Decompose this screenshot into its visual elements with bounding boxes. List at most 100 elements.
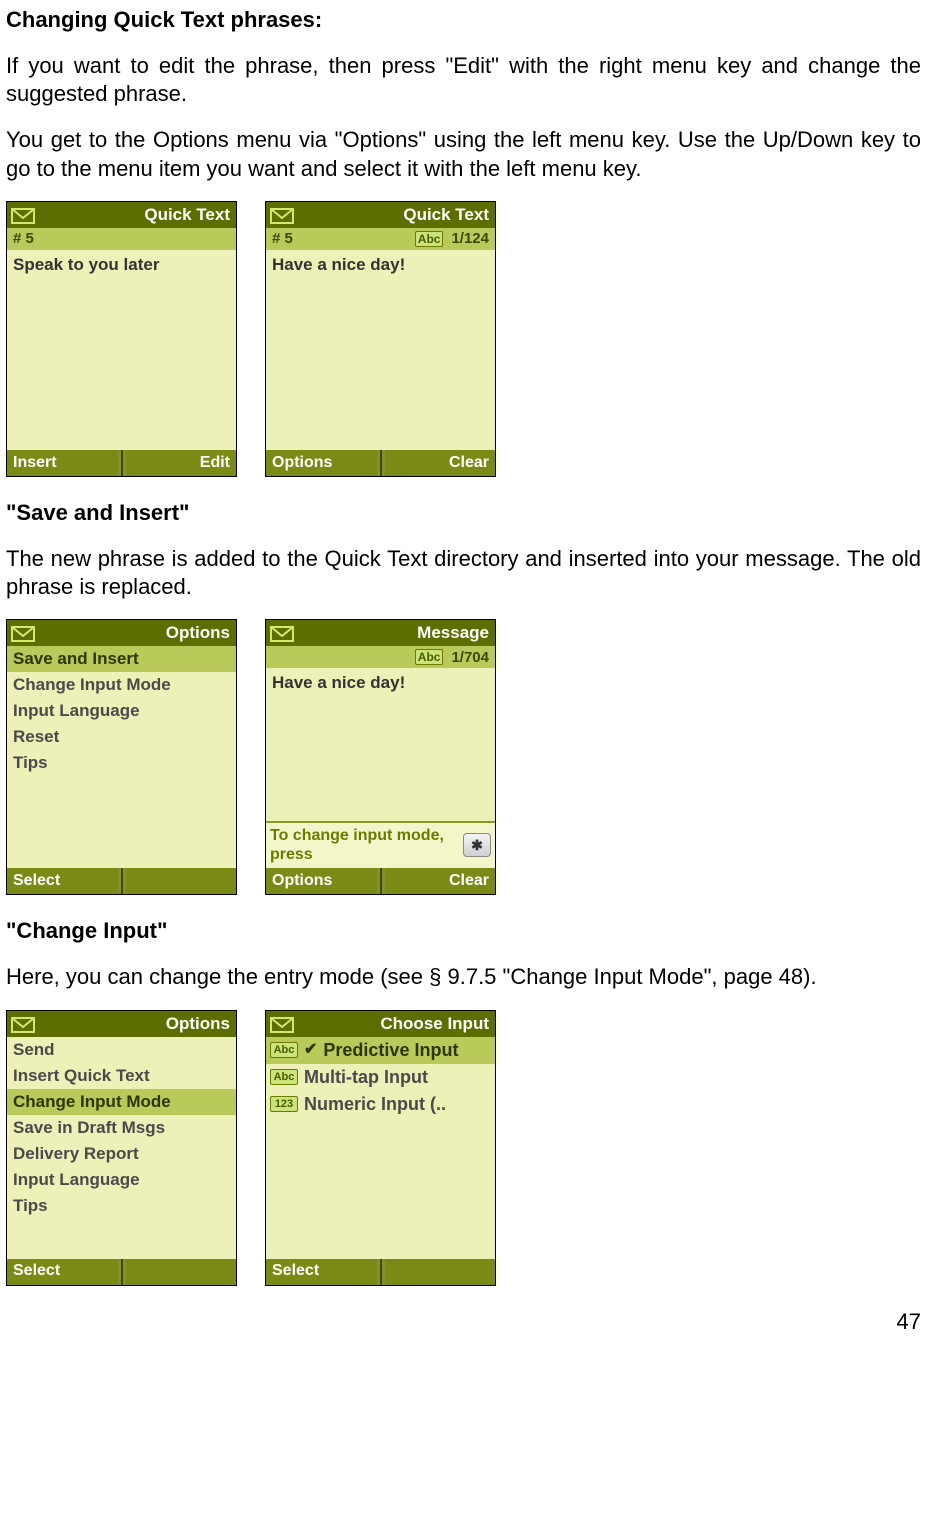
input-mode-numeric[interactable]: 123 Numeric Input (..	[266, 1091, 495, 1118]
numeric-icon: 123	[270, 1096, 298, 1112]
option-save-and-insert[interactable]: Save and Insert	[7, 646, 236, 672]
message-icon	[270, 205, 294, 224]
option-change-input-mode[interactable]: Change Input Mode	[7, 1089, 236, 1115]
screen-title: Quick Text	[403, 204, 489, 226]
figure-row-3: Options Send Insert Quick Text Change In…	[6, 1010, 921, 1286]
titlebar: Choose Input	[266, 1011, 495, 1037]
message-icon	[11, 205, 35, 224]
option-save-draft[interactable]: Save in Draft Msgs	[7, 1115, 236, 1141]
paragraph-edit-instruction: If you want to edit the phrase, then pre…	[6, 52, 921, 108]
phone-screen-choose-input: Choose Input Abc ✔ Predictive Input Abc …	[265, 1010, 496, 1286]
titlebar: Message	[266, 620, 495, 646]
message-icon	[270, 1014, 294, 1033]
option-tips[interactable]: Tips	[7, 1193, 236, 1219]
softkey-bar: Insert Edit	[7, 450, 236, 476]
option-input-language[interactable]: Input Language	[7, 698, 236, 724]
status-bar: # 5	[7, 228, 236, 250]
status-bar: # 5 Abc 1/124	[266, 228, 495, 250]
softkey-separator	[121, 868, 123, 894]
softkey-blank	[385, 1259, 496, 1285]
titlebar: Quick Text	[266, 202, 495, 228]
softkey-separator	[121, 450, 123, 476]
titlebar: Options	[7, 620, 236, 646]
softkey-separator	[121, 1259, 123, 1285]
screen-title: Message	[417, 622, 489, 644]
heading-save-and-insert: "Save and Insert"	[6, 499, 921, 527]
option-delivery-report[interactable]: Delivery Report	[7, 1141, 236, 1167]
abc-icon: Abc	[270, 1042, 298, 1058]
softkey-separator	[380, 1259, 382, 1285]
quicktext-index: # 5	[13, 229, 34, 248]
quicktext-body: Speak to you later	[7, 250, 236, 450]
message-icon	[270, 623, 294, 642]
char-count: 1/704	[451, 648, 489, 667]
heading-change-input: "Change Input"	[6, 917, 921, 945]
softkey-separator	[380, 868, 382, 894]
input-mode-label: Numeric Input (..	[304, 1093, 446, 1116]
softkey-clear[interactable]: Clear	[385, 450, 496, 476]
figure-row-2: Options Save and Insert Change Input Mod…	[6, 619, 921, 895]
char-count: 1/124	[451, 229, 489, 248]
message-icon	[11, 623, 35, 642]
softkey-clear[interactable]: Clear	[385, 868, 496, 894]
input-mode-badge: Abc	[415, 649, 444, 665]
option-tips[interactable]: Tips	[7, 750, 236, 776]
options-list: Save and Insert Change Input Mode Input …	[7, 646, 236, 868]
softkey-bar: Options Clear	[266, 450, 495, 476]
option-change-input-mode[interactable]: Change Input Mode	[7, 672, 236, 698]
abc-icon: Abc	[270, 1069, 298, 1085]
hint-text: To change input mode, press	[270, 826, 457, 864]
heading-changing-quick-text: Changing Quick Text phrases:	[6, 6, 921, 34]
phone-screen-options-changeinput: Options Send Insert Quick Text Change In…	[6, 1010, 237, 1286]
softkey-select[interactable]: Select	[266, 1259, 377, 1285]
softkey-bar: Select	[266, 1259, 495, 1285]
phone-screen-quicktext-edit: Quick Text # 5 Abc 1/124 Have a nice day…	[265, 201, 496, 477]
phone-screen-options-saveinsert: Options Save and Insert Change Input Mod…	[6, 619, 237, 895]
options-list: Send Insert Quick Text Change Input Mode…	[7, 1037, 236, 1259]
input-mode-badge: Abc	[415, 231, 444, 247]
screen-title: Quick Text	[144, 204, 230, 226]
option-input-language[interactable]: Input Language	[7, 1167, 236, 1193]
titlebar: Options	[7, 1011, 236, 1037]
softkey-insert[interactable]: Insert	[7, 450, 118, 476]
message-body[interactable]: Have a nice day! To change input mode, p…	[266, 668, 495, 868]
input-mode-hint: To change input mode, press ✱	[266, 821, 495, 868]
softkey-select[interactable]: Select	[7, 1259, 118, 1285]
phone-screen-message: Message Abc 1/704 Have a nice day! To ch…	[265, 619, 496, 895]
quicktext-phrase: Speak to you later	[13, 255, 159, 274]
screen-title: Options	[166, 622, 230, 644]
screen-title: Options	[166, 1013, 230, 1035]
phone-screen-quicktext-view: Quick Text # 5 Speak to you later Insert…	[6, 201, 237, 477]
option-send[interactable]: Send	[7, 1037, 236, 1063]
input-mode-list: Abc ✔ Predictive Input Abc Multi-tap Inp…	[266, 1037, 495, 1259]
softkey-edit[interactable]: Edit	[126, 450, 237, 476]
page-number: 47	[6, 1308, 921, 1336]
paragraph-change-input: Here, you can change the entry mode (see…	[6, 963, 921, 991]
input-mode-multitap[interactable]: Abc Multi-tap Input	[266, 1064, 495, 1091]
option-reset[interactable]: Reset	[7, 724, 236, 750]
paragraph-save-insert: The new phrase is added to the Quick Tex…	[6, 545, 921, 601]
softkey-blank	[126, 1259, 237, 1285]
paragraph-options-instruction: You get to the Options menu via "Options…	[6, 126, 921, 182]
softkey-separator	[380, 450, 382, 476]
input-mode-predictive[interactable]: Abc ✔ Predictive Input	[266, 1037, 495, 1064]
editor-text: Have a nice day!	[272, 255, 405, 274]
input-mode-label: Multi-tap Input	[304, 1066, 428, 1089]
softkey-bar: Options Clear	[266, 868, 495, 894]
titlebar: Quick Text	[7, 202, 236, 228]
softkey-select[interactable]: Select	[7, 868, 118, 894]
option-insert-quick-text[interactable]: Insert Quick Text	[7, 1063, 236, 1089]
quicktext-editor[interactable]: Have a nice day!	[266, 250, 495, 450]
quicktext-index: # 5	[272, 229, 293, 248]
screen-title: Choose Input	[380, 1013, 489, 1035]
softkey-bar: Select	[7, 1259, 236, 1285]
softkey-options[interactable]: Options	[266, 450, 377, 476]
star-key-icon: ✱	[463, 833, 491, 857]
message-icon	[11, 1014, 35, 1033]
softkey-options[interactable]: Options	[266, 868, 377, 894]
check-icon: ✔	[304, 1040, 317, 1060]
message-text: Have a nice day!	[272, 673, 405, 692]
softkey-blank	[126, 868, 237, 894]
softkey-bar: Select	[7, 868, 236, 894]
input-mode-label: Predictive Input	[323, 1039, 458, 1062]
